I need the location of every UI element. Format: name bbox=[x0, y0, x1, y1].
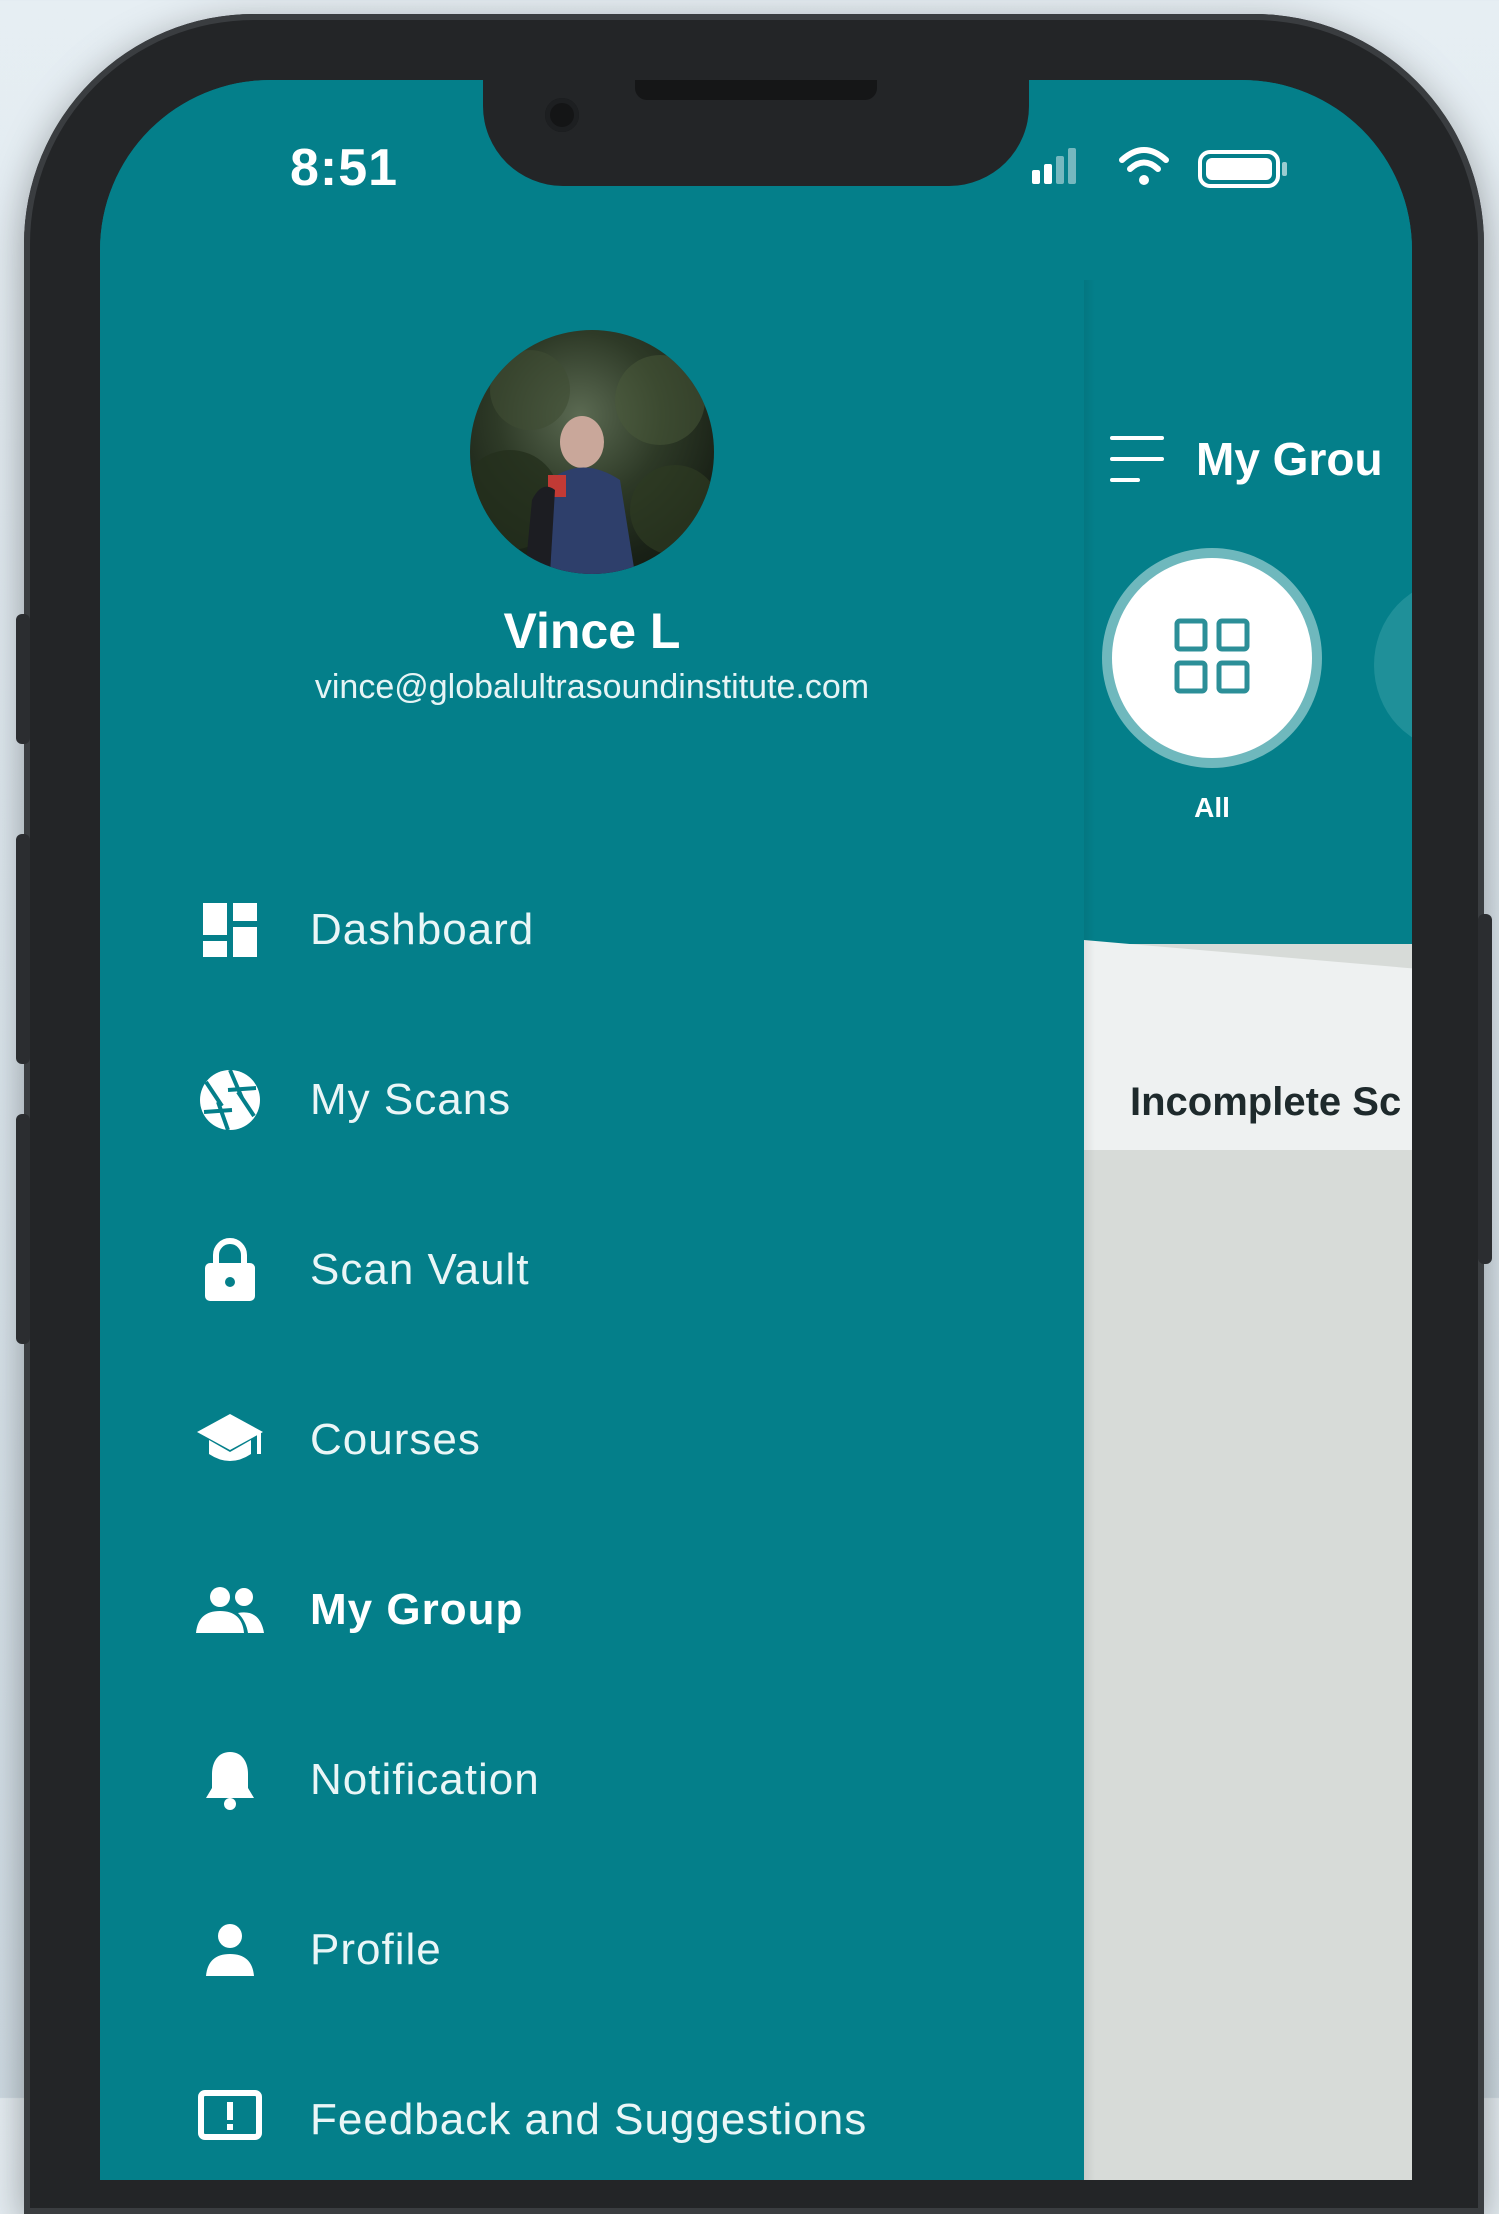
menu-item-notification[interactable]: Notification bbox=[190, 1740, 540, 1820]
menu-label: Notification bbox=[310, 1755, 540, 1804]
grid-icon bbox=[1171, 615, 1253, 702]
section-label: Incomplete Sc bbox=[1130, 1080, 1402, 1124]
signal-icon bbox=[1032, 148, 1076, 184]
menu-label: Feedback and Suggestions bbox=[310, 2095, 868, 2144]
menu-label: Courses bbox=[310, 1415, 481, 1464]
menu-label: Scan Vault bbox=[310, 1245, 530, 1294]
notch bbox=[483, 80, 1029, 186]
menu-item-courses[interactable]: Courses bbox=[190, 1400, 481, 1480]
bell-icon bbox=[190, 1740, 270, 1820]
speaker-grille bbox=[635, 80, 877, 100]
user-name: Vince L bbox=[503, 603, 681, 659]
person-icon bbox=[190, 1910, 270, 1990]
dashboard-icon bbox=[190, 890, 270, 970]
menu-item-scan-vault[interactable]: Scan Vault bbox=[190, 1230, 530, 1310]
feedback-icon bbox=[190, 2080, 270, 2160]
lock-icon bbox=[190, 1230, 270, 1310]
mute-switch bbox=[16, 614, 30, 744]
wifi-icon bbox=[1119, 147, 1169, 185]
page-title: My Grou bbox=[1196, 433, 1383, 485]
menu-item-feedback[interactable]: Feedback and Suggestions bbox=[190, 2080, 867, 2160]
main-content: My Grou All Incomplete Sc bbox=[1084, 80, 1412, 2180]
battery-icon bbox=[1198, 150, 1287, 188]
status-time: 8:51 bbox=[290, 139, 399, 197]
front-camera bbox=[545, 98, 579, 132]
volume-down-button bbox=[16, 1114, 30, 1344]
status-icons bbox=[1030, 140, 1300, 205]
graduation-cap-icon bbox=[190, 1400, 270, 1480]
menu-label: My Group bbox=[310, 1585, 524, 1634]
hamburger-menu-icon[interactable] bbox=[1108, 432, 1168, 493]
menu-item-my-scans[interactable]: My Scans bbox=[190, 1060, 511, 1140]
aperture-icon bbox=[190, 1060, 270, 1140]
menu-label: Dashboard bbox=[310, 905, 535, 954]
filter-all-button[interactable] bbox=[1112, 558, 1312, 758]
menu-item-profile[interactable]: Profile bbox=[190, 1910, 442, 1990]
menu-item-dashboard[interactable]: Dashboard bbox=[190, 890, 534, 970]
filter-all-label: All bbox=[1194, 792, 1230, 823]
phone-screen: My Grou All Incomplete Sc Vince L vince@… bbox=[100, 80, 1412, 2180]
power-button bbox=[1478, 914, 1492, 1264]
user-email: vince@globalultrasoundinstitute.com bbox=[314, 668, 870, 706]
volume-up-button bbox=[16, 834, 30, 1064]
menu-item-my-group[interactable]: My Group bbox=[190, 1570, 523, 1650]
menu-label: Profile bbox=[310, 1925, 442, 1974]
menu-label: My Scans bbox=[310, 1075, 512, 1124]
avatar[interactable] bbox=[470, 330, 714, 574]
navigation-drawer: Vince L vince@globalultrasoundinstitute.… bbox=[100, 80, 1084, 2180]
group-icon bbox=[190, 1570, 270, 1650]
filter-next-button[interactable] bbox=[1374, 580, 1412, 750]
